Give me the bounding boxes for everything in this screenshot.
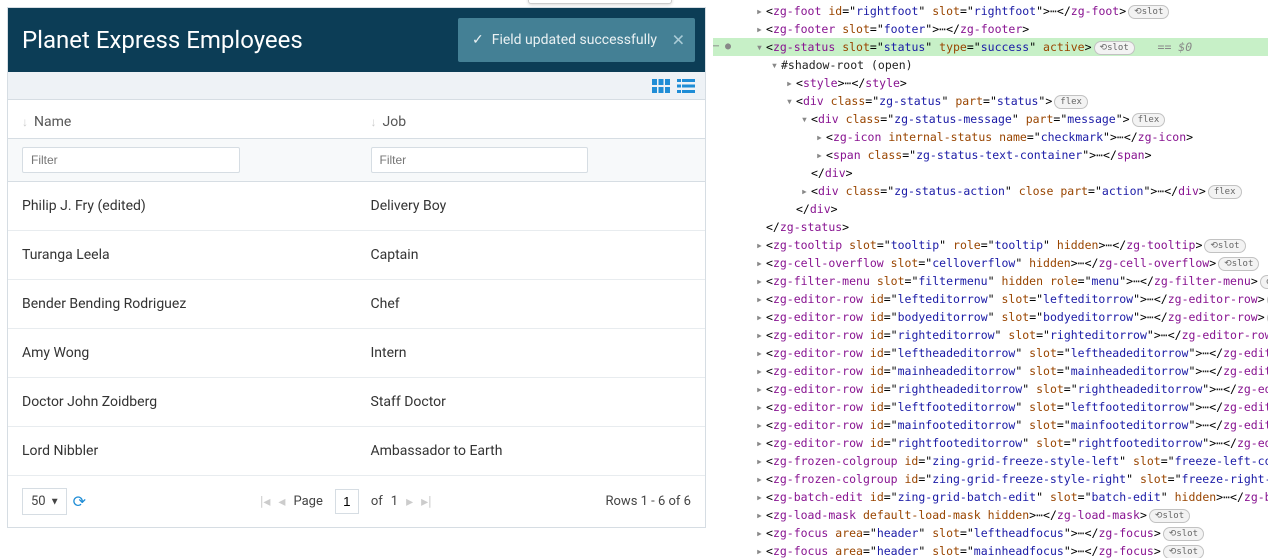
dom-node[interactable]: ▾<div class="zg-status" part="status">fl… xyxy=(713,92,1268,110)
filter-cell xyxy=(8,139,357,181)
dom-node[interactable]: ▸<zg-tooltip slot="tooltip" role="toolti… xyxy=(713,236,1268,254)
dom-node[interactable]: </div> xyxy=(713,164,1268,182)
cell-name[interactable]: Bender Bending Rodriguez xyxy=(8,280,357,328)
pager-first-icon[interactable]: |◂ xyxy=(260,494,270,510)
pager-of: of xyxy=(371,494,383,509)
dom-node[interactable]: ▸<zg-editor-row id="leftfooteditorrow" s… xyxy=(713,398,1268,416)
dom-node[interactable]: ▸<style>⋯</style> xyxy=(713,74,1268,92)
dom-node[interactable]: ▸<zg-cell-overflow slot="celloverflow" h… xyxy=(713,254,1268,272)
caret-down-icon: ▼ xyxy=(50,496,60,507)
cell-job[interactable]: Delivery Boy xyxy=(357,182,706,230)
dom-node[interactable]: ▸<zg-filter-menu slot="filtermenu" hidde… xyxy=(713,272,1268,290)
cell-name[interactable]: Lord Nibbler xyxy=(8,427,357,475)
dom-node[interactable]: ⋯ ●▾<zg-status slot="status" type="succe… xyxy=(713,38,1268,56)
column-header-job[interactable]: ↓ Job xyxy=(357,100,706,138)
table-row[interactable]: Doctor John ZoidbergStaff Doctor xyxy=(8,378,705,427)
grid-body: Philip J. Fry (edited)Delivery BoyTurang… xyxy=(8,182,705,476)
devtools-elements-panel[interactable]: ▸<zg-foot id="rightfoot" slot="rightfoot… xyxy=(713,0,1268,558)
pager: |◂ ◂ Page of 1 ▸ ▸| xyxy=(260,489,432,514)
rows-summary: Rows 1 - 6 of 6 xyxy=(606,494,691,509)
dom-node[interactable]: ▸<zg-editor-row id="righteditorrow" slot… xyxy=(713,326,1268,344)
pager-total: 1 xyxy=(391,494,398,509)
dom-node[interactable]: ▸<span class="zg-status-text-container">… xyxy=(713,146,1268,164)
dom-node[interactable]: ▸<zg-icon internal-status name="checkmar… xyxy=(713,128,1268,146)
cell-job[interactable]: Intern xyxy=(357,329,706,377)
grid-footer: 50 ▼ ⟳ |◂ ◂ Page of 1 ▸ ▸| Rows 1 - 6 of… xyxy=(8,476,705,527)
grid-caption: Planet Express Employees zg-status 223.1… xyxy=(8,8,705,72)
zing-grid: Planet Express Employees zg-status 223.1… xyxy=(7,7,706,528)
cell-job[interactable]: Chef xyxy=(357,280,706,328)
reload-icon[interactable]: ⟳ xyxy=(73,492,86,511)
dom-node[interactable]: ▸<div class="zg-status-action" close par… xyxy=(713,182,1268,200)
sort-arrow-icon: ↓ xyxy=(371,115,377,129)
pager-next-icon[interactable]: ▸ xyxy=(406,494,413,510)
cell-job[interactable]: Captain xyxy=(357,231,706,279)
table-row[interactable]: Amy WongIntern xyxy=(8,329,705,378)
cell-name[interactable]: Amy Wong xyxy=(8,329,357,377)
dom-node[interactable]: </zg-status> xyxy=(713,218,1268,236)
dom-node[interactable]: ▸<zg-editor-row id="leftheadeditorrow" s… xyxy=(713,344,1268,362)
dom-node[interactable]: ▸<zg-editor-row id="mainfooteditorrow" s… xyxy=(713,416,1268,434)
devtools-element-tooltip: zg-status 223.16×36.8 xyxy=(528,0,672,4)
dom-node[interactable]: ▸<zg-footer slot="footer">⋯</zg-footer> xyxy=(713,20,1268,38)
dom-node[interactable]: ▾<div class="zg-status-message" part="me… xyxy=(713,110,1268,128)
cell-name[interactable]: Philip J. Fry (edited) xyxy=(8,182,357,230)
filter-input-job[interactable] xyxy=(371,147,589,173)
dom-node[interactable]: </div> xyxy=(713,200,1268,218)
dom-node[interactable]: ▸<zg-editor-row id="rightheadeditorrow" … xyxy=(713,380,1268,398)
pager-current-input[interactable] xyxy=(335,489,359,514)
dom-node[interactable]: ▸<zg-load-mask default-load-mask hidden>… xyxy=(713,506,1268,524)
dom-node[interactable]: ▸<zg-foot id="rightfoot" slot="rightfoot… xyxy=(713,2,1268,20)
cell-job[interactable]: Ambassador to Earth xyxy=(357,427,706,475)
dom-node[interactable]: ▸<zg-focus area="header" slot="mainheadf… xyxy=(713,542,1268,558)
column-label: Name xyxy=(34,114,71,130)
dom-node[interactable]: ▸<zg-focus area="header" slot="leftheadf… xyxy=(713,524,1268,542)
column-label: Job xyxy=(383,114,407,130)
dom-node[interactable]: ▸<zg-frozen-colgroup id="zing-grid-freez… xyxy=(713,452,1268,470)
layout-row-icon[interactable] xyxy=(677,79,695,93)
grid-header-row: ↓ Name ↓ Job xyxy=(8,100,705,139)
dom-node[interactable]: ▸<zg-batch-edit id="zing-grid-batch-edit… xyxy=(713,488,1268,506)
dom-node[interactable]: ▸<zg-editor-row id="lefteditorrow" slot=… xyxy=(713,290,1268,308)
table-row[interactable]: Turanga LeelaCaptain xyxy=(8,231,705,280)
column-header-name[interactable]: ↓ Name xyxy=(8,100,357,138)
layout-card-icon[interactable] xyxy=(652,79,670,93)
filter-row xyxy=(8,139,705,182)
cell-name[interactable]: Doctor John Zoidberg xyxy=(8,378,357,426)
page-size-control: 50 ▼ ⟳ xyxy=(22,488,86,515)
filter-input-name[interactable] xyxy=(22,147,240,173)
grid-panel: Planet Express Employees zg-status 223.1… xyxy=(0,0,713,558)
dom-node[interactable]: ▾#shadow-root (open) xyxy=(713,56,1268,74)
table-row[interactable]: Lord NibblerAmbassador to Earth xyxy=(8,427,705,476)
pager-label: Page xyxy=(293,494,322,509)
page-size-value: 50 xyxy=(31,494,46,509)
checkmark-icon: ✓ xyxy=(472,32,484,48)
dom-node[interactable]: ▸<zg-editor-row id="bodyeditorrow" slot=… xyxy=(713,308,1268,326)
close-icon[interactable]: ✕ xyxy=(672,31,685,50)
pager-last-icon[interactable]: ▸| xyxy=(421,494,431,510)
sort-arrow-icon: ↓ xyxy=(22,115,28,129)
status-toast[interactable]: ✓ Field updated successfully ✕ xyxy=(458,18,695,62)
table-row[interactable]: Bender Bending RodriguezChef xyxy=(8,280,705,329)
table-row[interactable]: Philip J. Fry (edited)Delivery Boy xyxy=(8,182,705,231)
filter-cell xyxy=(357,139,706,181)
cell-job[interactable]: Staff Doctor xyxy=(357,378,706,426)
grid-toolbar xyxy=(8,72,705,100)
dom-node[interactable]: ▸<zg-editor-row id="rightfooteditorrow" … xyxy=(713,434,1268,452)
page-size-select[interactable]: 50 ▼ xyxy=(22,488,67,515)
dom-node[interactable]: ▸<zg-frozen-colgroup id="zing-grid-freez… xyxy=(713,470,1268,488)
caption-text: Planet Express Employees xyxy=(22,26,303,54)
status-message: Field updated successfully xyxy=(492,32,657,48)
dom-node[interactable]: ▸<zg-editor-row id="mainheadeditorrow" s… xyxy=(713,362,1268,380)
cell-name[interactable]: Turanga Leela xyxy=(8,231,357,279)
pager-prev-icon[interactable]: ◂ xyxy=(278,494,285,510)
